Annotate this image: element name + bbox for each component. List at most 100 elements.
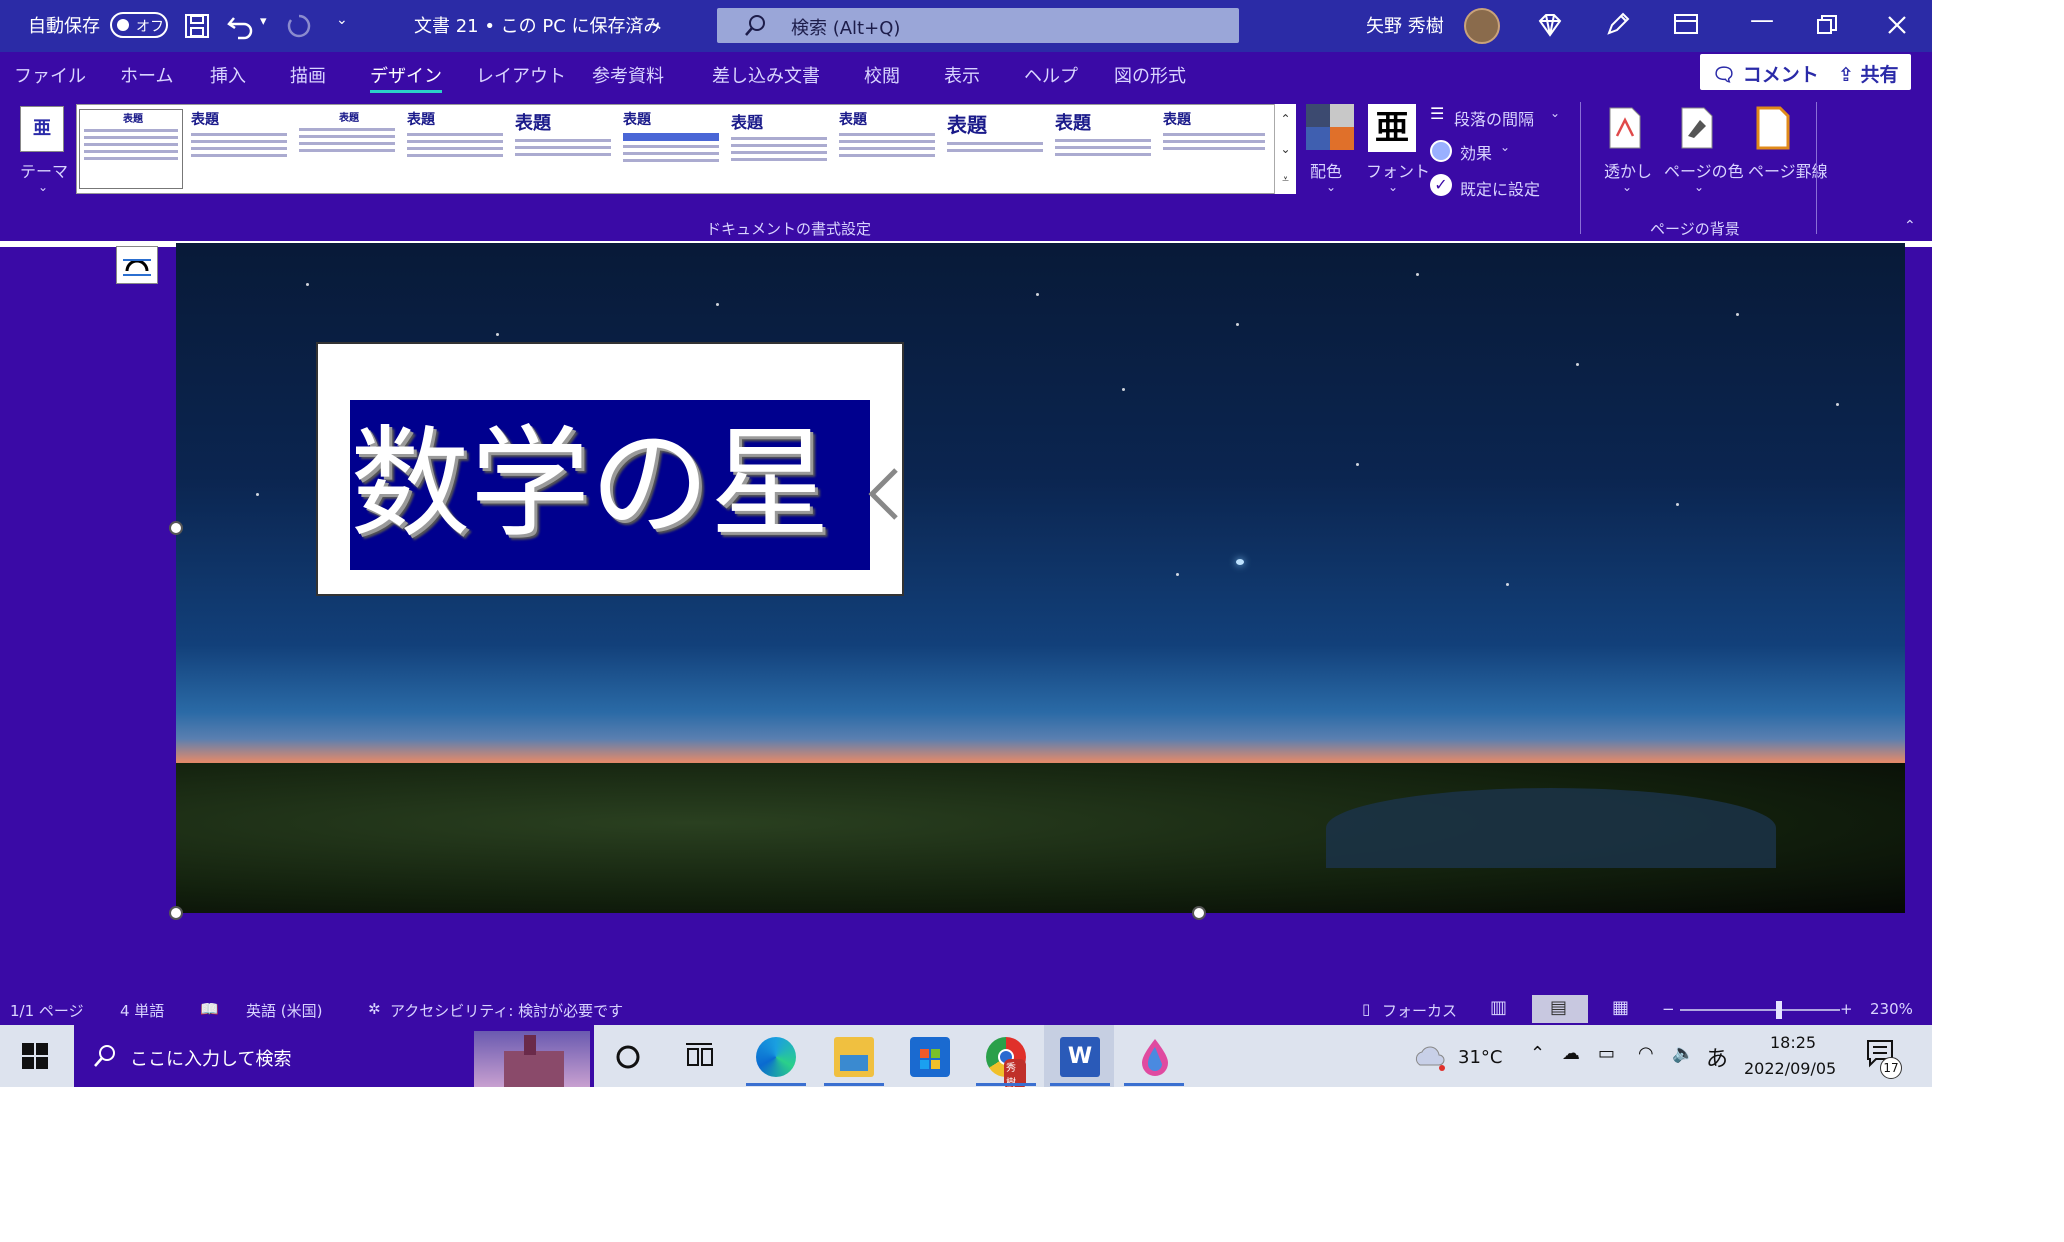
style-set-item[interactable]: 表題: [727, 109, 831, 189]
style-set-item[interactable]: 表題: [187, 109, 291, 189]
comment-button[interactable]: 🗨 コメント: [1700, 54, 1831, 90]
tab-home[interactable]: ホーム: [120, 62, 173, 88]
avatar[interactable]: [1464, 8, 1500, 44]
tab-review[interactable]: 校閲: [864, 62, 900, 88]
proofing-icon[interactable]: 📖: [200, 1000, 219, 1018]
volume-icon[interactable]: 🔈: [1672, 1043, 1694, 1064]
file-explorer-icon[interactable]: [834, 1037, 874, 1077]
tab-mailings[interactable]: 差し込み文書: [712, 62, 820, 88]
weather-cloud-icon[interactable]: [1412, 1043, 1448, 1071]
chevron-up-icon[interactable]: ⌃: [1530, 1043, 1545, 1064]
restore-icon[interactable]: [1816, 14, 1838, 36]
style-set-item[interactable]: 表題: [403, 109, 507, 189]
ime-indicator[interactable]: あ: [1706, 1041, 1728, 1073]
theme-label[interactable]: テーマ: [20, 158, 68, 182]
document-title-text[interactable]: 数学の星: [350, 400, 910, 570]
zoom-level[interactable]: 230%: [1870, 1000, 1913, 1018]
style-set-item[interactable]: 表題: [835, 109, 939, 189]
wifi-icon[interactable]: ◠: [1638, 1043, 1654, 1064]
resize-handle[interactable]: [1192, 906, 1206, 920]
tab-draw[interactable]: 描画: [290, 62, 326, 88]
chevron-down-icon[interactable]: ⌄: [1550, 106, 1560, 120]
style-set-item[interactable]: 表題: [619, 109, 723, 189]
undo-icon[interactable]: [226, 12, 256, 40]
resize-handle[interactable]: [169, 521, 183, 535]
gallery-more-icon[interactable]: ⩡: [1275, 164, 1296, 194]
colors-icon[interactable]: [1306, 104, 1354, 150]
print-layout-button[interactable]: ▤: [1532, 995, 1588, 1023]
undo-dropdown-icon[interactable]: ▾: [260, 14, 267, 29]
tab-layout[interactable]: レイアウト: [476, 62, 566, 88]
clock-time[interactable]: 18:25: [1770, 1033, 1816, 1052]
close-icon[interactable]: [1886, 14, 1908, 36]
watermark-label[interactable]: 透かし: [1604, 158, 1652, 182]
language-indicator[interactable]: 英語 (米国): [246, 1000, 322, 1021]
task-view-icon[interactable]: [684, 1041, 714, 1071]
zoom-slider-thumb[interactable]: [1776, 1001, 1782, 1019]
style-set-item[interactable]: 表題: [1051, 109, 1155, 189]
cortana-icon[interactable]: [614, 1043, 642, 1071]
style-set-item[interactable]: 表題: [511, 109, 615, 189]
chrome-icon[interactable]: 秀樹: [986, 1037, 1026, 1087]
redo-icon[interactable]: [285, 12, 313, 40]
tab-design[interactable]: デザイン: [370, 62, 442, 93]
tab-insert[interactable]: 挿入: [210, 62, 246, 88]
tab-references[interactable]: 参考資料: [592, 62, 664, 88]
tab-help[interactable]: ヘルプ: [1024, 62, 1078, 88]
accessibility-status[interactable]: アクセシビリティ: 検討が必要です: [390, 1000, 623, 1021]
word-count[interactable]: 4 単語: [120, 1000, 164, 1021]
taskbar-search[interactable]: ここに入力して検索: [74, 1025, 594, 1087]
battery-icon[interactable]: ▭: [1598, 1043, 1615, 1064]
autosave-toggle[interactable]: オフ: [110, 12, 168, 38]
chevron-down-icon[interactable]: ⌄: [38, 180, 48, 194]
page-color-icon[interactable]: [1680, 106, 1714, 150]
watermark-icon[interactable]: [1608, 106, 1642, 150]
zoom-in-icon[interactable]: +: [1840, 1000, 1853, 1018]
user-name[interactable]: 矢野 秀樹: [1366, 12, 1444, 38]
zoom-slider[interactable]: [1680, 1009, 1840, 1011]
colors-label[interactable]: 配色: [1310, 158, 1342, 182]
style-set-item[interactable]: 表題: [1159, 109, 1269, 189]
minimize-icon[interactable]: —: [1750, 6, 1774, 34]
store-icon[interactable]: [910, 1037, 950, 1077]
windows-start-icon[interactable]: [22, 1043, 50, 1071]
diamond-icon[interactable]: [1536, 12, 1564, 38]
tab-picture-format[interactable]: 図の形式: [1114, 62, 1186, 88]
onedrive-cloud-icon[interactable]: ☁: [1562, 1043, 1580, 1064]
chevron-down-icon[interactable]: ⌄: [1694, 180, 1704, 194]
page-borders-icon[interactable]: [1756, 106, 1790, 150]
effects-button[interactable]: 効果: [1460, 140, 1492, 164]
title-textbox[interactable]: 数学の星: [316, 342, 904, 596]
share-button[interactable]: ⇪ 共有: [1826, 54, 1911, 90]
zoom-out-icon[interactable]: −: [1662, 1000, 1675, 1018]
layout-options-button[interactable]: [116, 246, 158, 284]
customize-qat-icon[interactable]: ⌄: [336, 12, 348, 28]
style-set-item[interactable]: 表題: [79, 109, 183, 189]
chevron-down-icon[interactable]: ⌄: [1500, 140, 1510, 154]
chevron-down-icon[interactable]: ⌄: [1388, 180, 1398, 194]
gallery-scrollbar[interactable]: ⌃ ⌄ ⩡: [1274, 104, 1296, 194]
page-count[interactable]: 1/1 ページ: [10, 1000, 84, 1021]
chevron-down-icon[interactable]: ⌄: [650, 14, 662, 30]
collapse-ribbon-icon[interactable]: ⌃: [1904, 218, 1916, 234]
weather-temperature[interactable]: 31°C: [1458, 1047, 1502, 1068]
paint-drop-icon[interactable]: [1138, 1037, 1172, 1077]
page-color-label[interactable]: ページの色: [1664, 158, 1744, 182]
web-layout-button[interactable]: ▦: [1604, 995, 1638, 1023]
paragraph-spacing-button[interactable]: 段落の間隔: [1454, 106, 1534, 130]
save-icon[interactable]: [184, 13, 210, 39]
ribbon-display-icon[interactable]: [1673, 12, 1699, 36]
focus-button[interactable]: フォーカス: [1382, 1000, 1457, 1021]
search-box[interactable]: 検索 (Alt+Q): [717, 8, 1239, 43]
word-icon[interactable]: W: [1060, 1037, 1100, 1077]
style-set-item[interactable]: 表題: [295, 109, 399, 189]
fonts-label[interactable]: フォント: [1366, 158, 1430, 182]
scroll-down-icon[interactable]: ⌄: [1275, 134, 1296, 164]
theme-icon[interactable]: 亜: [20, 106, 64, 152]
chevron-down-icon[interactable]: ⌄: [1326, 180, 1336, 194]
scroll-up-icon[interactable]: ⌃: [1275, 104, 1296, 134]
edge-icon[interactable]: [756, 1037, 796, 1077]
document-title[interactable]: 文書 21 • この PC に保存済み: [414, 12, 662, 38]
chevron-down-icon[interactable]: ⌄: [1622, 180, 1632, 194]
clock-date[interactable]: 2022/09/05: [1744, 1059, 1836, 1078]
